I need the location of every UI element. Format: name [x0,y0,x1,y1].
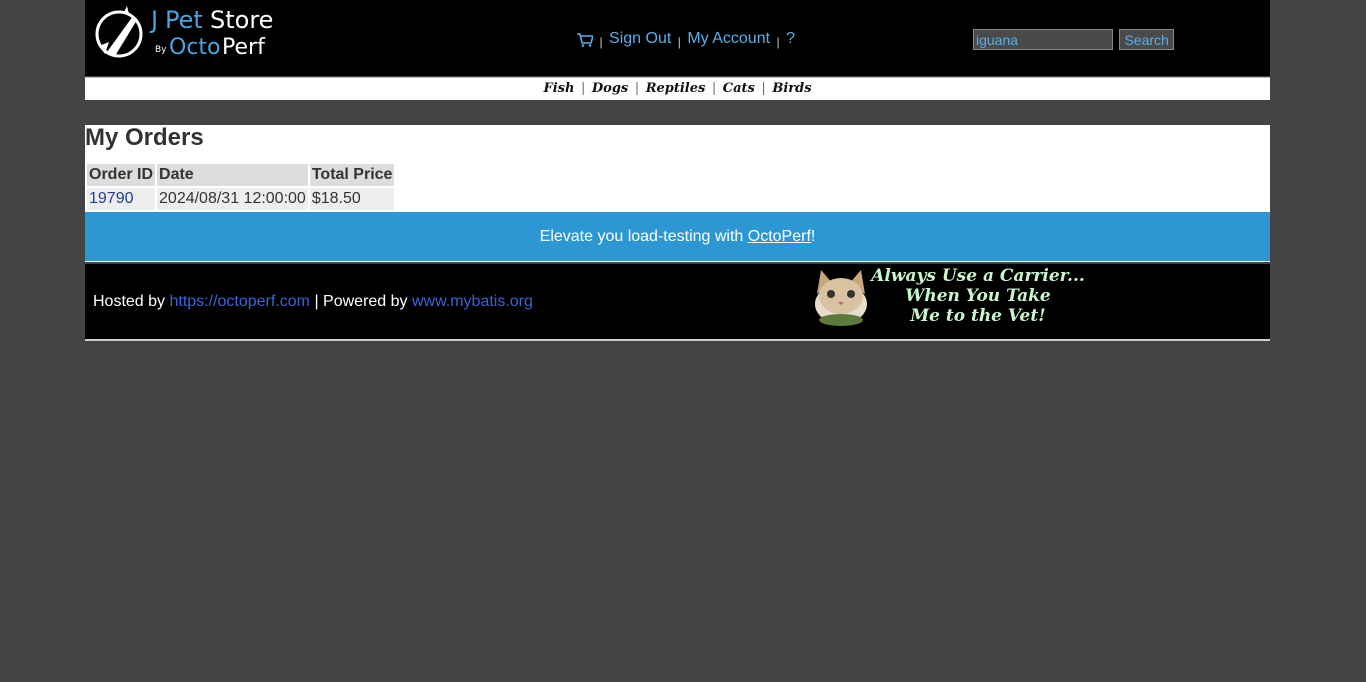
quicklink-separator: | [761,81,766,96]
logo-by: By [155,45,167,55]
svg-text:Perf: Perf [222,35,266,60]
menu-separator: | [599,35,603,49]
orders-table: Order ID Date Total Price 19790 2024/08/… [85,162,396,212]
banner-line: Always Use a Carrier... [871,266,1085,286]
logo-word-j: J [149,6,158,34]
quicklink-separator: | [711,81,717,96]
svg-text:Store: Store [210,6,273,34]
footer-banner: Always Use a Carrier... When You Take Me… [811,264,1087,326]
top-menu: | Sign Out | My Account | ? [577,30,795,49]
banner-line: When You Take [905,286,1051,306]
cart-link[interactable] [577,30,597,47]
banner-text: Always Use a Carrier... When You Take Me… [869,266,1087,326]
order-total-cell: $18.50 [309,188,395,210]
column-header-order-id: Order ID [87,164,156,186]
banner-line: Me to the Vet! [910,306,1046,326]
my-account-link[interactable]: My Account [687,30,770,47]
hosted-link[interactable]: https://octoperf.com [169,293,310,310]
order-id-cell: 19790 [87,188,156,210]
powered-by-label: | Powered by [310,293,412,310]
column-header-total-price: Total Price [309,164,395,186]
category-quicklinks: Fish | Dogs | Reptiles | Cats | Birds [85,77,1270,100]
menu-separator: | [776,35,780,49]
mybatis-link[interactable]: www.mybatis.org [412,293,533,310]
category-link-dogs[interactable]: Dogs [592,81,628,96]
svg-text:Pet: Pet [165,6,203,34]
category-link-birds[interactable]: Birds [772,81,811,96]
help-link[interactable]: ? [786,30,795,47]
footer: Hosted by https://octoperf.com | Powered… [85,264,1270,341]
promo-bar: Elevate you load-testing with OctoPerf! [85,212,1270,261]
page-wrapper: J Pet Store By Octo Perf | Sign Out | My… [85,0,1270,341]
hosted-by-label: Hosted by [93,293,170,310]
main-content: My Orders Order ID Date Total Price 1979… [85,125,1270,262]
quicklink-separator: | [580,81,586,96]
rocket-logo-icon: J Pet Store By Octo Perf [95,6,273,60]
footer-credits: Hosted by https://octoperf.com | Powered… [93,293,533,311]
sign-out-link[interactable]: Sign Out [609,30,671,47]
table-row: 19790 2024/08/31 12:00:00 $18.50 [87,188,395,210]
order-date-cell: 2024/08/31 12:00:00 [157,188,308,210]
column-header-date: Date [157,164,308,186]
order-id-link[interactable]: 19790 [89,190,134,207]
header: J Pet Store By Octo Perf | Sign Out | My… [85,0,1270,76]
category-link-reptiles[interactable]: Reptiles [646,81,706,96]
search-form: Search [973,29,1174,50]
category-link-cats[interactable]: Cats [723,81,755,96]
svg-text:Octo: Octo [169,35,221,60]
shopping-cart-icon [577,33,593,47]
kitten-image-icon [815,270,867,326]
promo-suffix: ! [810,228,816,245]
quicklink-separator: | [634,81,640,96]
promo-text: Elevate you load-testing with [539,228,748,245]
table-header-row: Order ID Date Total Price [87,164,395,186]
logo[interactable]: J Pet Store By Octo Perf [93,2,273,60]
octoperf-link[interactable]: OctoPerf [748,228,811,245]
category-link-fish[interactable]: Fish [543,81,574,96]
search-button[interactable]: Search [1119,29,1174,50]
search-input[interactable] [973,29,1113,50]
page-title: My Orders [85,124,204,151]
menu-separator: | [677,35,681,49]
